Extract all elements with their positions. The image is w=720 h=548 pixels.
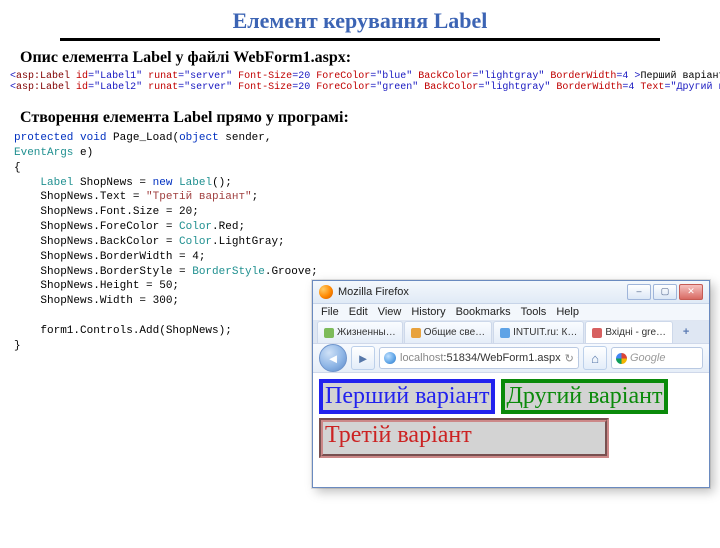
menu-view[interactable]: View xyxy=(378,306,402,318)
aspx-line-1: <asp:Label id="Label1" runat="server" Fo… xyxy=(10,71,710,82)
address-bar[interactable]: localhost:51834/WebForm1.aspx ↻ ☆ xyxy=(379,347,579,369)
label-second-variant: Другий варіант xyxy=(501,379,669,414)
tab-strip: Жизненны… Общие све… INTUIT.ru: К… Вхідн… xyxy=(313,321,709,344)
tab-1[interactable]: Жизненны… xyxy=(317,321,403,343)
tab-4[interactable]: Вхідні - gre… xyxy=(585,321,673,343)
bookmark-star-icon[interactable]: ☆ xyxy=(577,352,579,365)
tab-label: Жизненны… xyxy=(337,327,396,338)
firefox-icon xyxy=(319,285,333,299)
menu-help[interactable]: Help xyxy=(556,306,579,318)
search-box[interactable]: Google xyxy=(611,347,703,369)
tab-label: Общие све… xyxy=(424,327,485,338)
maximize-button[interactable]: ▢ xyxy=(653,284,677,300)
tab-label: INTUIT.ru: К… xyxy=(513,327,577,338)
menu-bar: File Edit View History Bookmarks Tools H… xyxy=(313,304,709,321)
title-divider xyxy=(60,38,660,41)
aspx-code-block: <asp:Label id="Label1" runat="server" Fo… xyxy=(10,71,710,93)
menu-history[interactable]: History xyxy=(411,306,445,318)
tab-2[interactable]: Общие све… xyxy=(404,321,492,343)
section-aspx-description: Опис елемента Label у файлі WebForm1.asp… xyxy=(20,49,720,67)
tab-label: Вхідні - gre… xyxy=(605,327,666,338)
globe-icon xyxy=(384,352,396,364)
close-button[interactable]: ✕ xyxy=(679,284,703,300)
favicon-icon xyxy=(411,328,421,338)
home-button[interactable]: ⌂ xyxy=(583,346,607,370)
favicon-icon xyxy=(324,328,334,338)
csharp-code-block: protected void Page_Load(object sender, … xyxy=(14,131,314,354)
nav-toolbar: ◄ ► localhost:51834/WebForm1.aspx ↻ ☆ ⌂ … xyxy=(313,344,709,373)
back-button[interactable]: ◄ xyxy=(319,344,347,372)
page-content: Перший варіант Другий варіант Третій вар… xyxy=(313,373,709,464)
menu-bookmarks[interactable]: Bookmarks xyxy=(456,306,511,318)
section-csharp-creation: Створення елемента Label прямо у програм… xyxy=(20,109,720,127)
forward-button[interactable]: ► xyxy=(351,346,375,370)
window-titlebar[interactable]: Mozilla Firefox – ▢ ✕ xyxy=(313,281,709,304)
search-placeholder: Google xyxy=(630,352,665,364)
browser-window: Mozilla Firefox – ▢ ✕ File Edit View His… xyxy=(312,280,710,488)
menu-tools[interactable]: Tools xyxy=(521,306,547,318)
label-first-variant: Перший варіант xyxy=(319,379,495,414)
new-tab-button[interactable]: + xyxy=(678,321,694,343)
favicon-icon xyxy=(592,328,602,338)
menu-edit[interactable]: Edit xyxy=(349,306,368,318)
url-host: localhost xyxy=(400,352,443,364)
slide-title: Елемент керування Label xyxy=(0,8,720,34)
google-icon xyxy=(616,353,627,364)
tab-3[interactable]: INTUIT.ru: К… xyxy=(493,321,584,343)
minimize-button[interactable]: – xyxy=(627,284,651,300)
label-third-variant: Третій варіант xyxy=(319,418,609,458)
aspx-line-2: <asp:Label id="Label2" runat="server" Fo… xyxy=(10,82,710,93)
menu-file[interactable]: File xyxy=(321,306,339,318)
url-path: :51834/WebForm1.aspx xyxy=(443,352,560,364)
favicon-icon xyxy=(500,328,510,338)
stop-reload-icon[interactable]: ↻ xyxy=(565,352,574,365)
window-title: Mozilla Firefox xyxy=(338,286,627,298)
